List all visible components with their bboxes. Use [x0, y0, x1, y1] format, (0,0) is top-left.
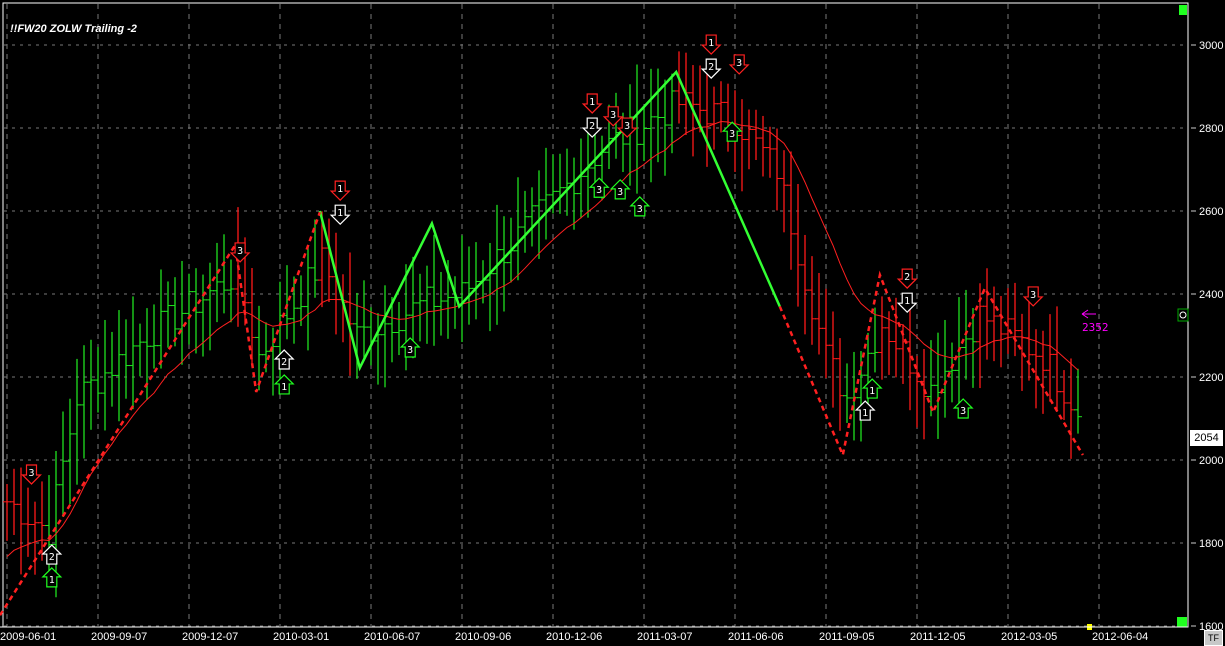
- y-tick-label: 2600: [1199, 206, 1223, 218]
- signal-marker-label: 3: [729, 129, 735, 140]
- signal-marker-label: 2: [49, 552, 55, 563]
- signal-marker-label: 2: [904, 272, 910, 283]
- signal-marker-label: 1: [869, 386, 875, 397]
- target-arrow-icon: [1081, 309, 1096, 319]
- signal-marker-label: 1: [281, 382, 287, 393]
- current-price-badge: 2054: [1190, 430, 1223, 446]
- signal-marker-label: 3: [610, 110, 616, 121]
- signal-marker-label: 3: [736, 58, 742, 69]
- signal-marker-label: 3: [637, 204, 643, 215]
- signal-marker-label: 3: [237, 246, 243, 257]
- y-tick-label: 3000: [1199, 40, 1223, 52]
- y-tick-label: 2400: [1199, 289, 1223, 301]
- x-tick-label: 2010-09-06: [455, 631, 511, 643]
- price-chart[interactable]: 300028002600240022002000180016002009-06-…: [0, 0, 1225, 645]
- y-tick-label: 2000: [1199, 455, 1223, 467]
- signal-marker-label: 1: [337, 208, 343, 219]
- scroll-top-handle[interactable]: [1179, 5, 1187, 15]
- y-tick-label: 2800: [1199, 123, 1223, 135]
- signal-marker-label: 3: [407, 345, 413, 356]
- x-tick-label: 2010-06-07: [364, 631, 420, 643]
- signal-marker-label: 3: [28, 468, 34, 479]
- y-tick-label: 1800: [1199, 538, 1223, 550]
- signal-marker-label: 1: [708, 38, 714, 49]
- signal-marker-label: 3: [617, 187, 623, 198]
- chart-title: !!FW20 ZOLW Trailing -2: [10, 23, 137, 35]
- signal-marker-label: 1: [49, 575, 55, 586]
- x-tick-label: 2010-03-01: [273, 631, 329, 643]
- y-tick-label: 2200: [1199, 372, 1223, 384]
- price-marker-dot: [1179, 311, 1187, 319]
- x-tick-label: 2012-06-04: [1092, 631, 1148, 643]
- signal-marker-label: 1: [904, 296, 910, 307]
- timeframe-button[interactable]: TF: [1204, 630, 1223, 646]
- target-price-label: 2352: [1082, 321, 1109, 334]
- x-tick-label: 2009-12-07: [182, 631, 238, 643]
- signal-marker-label: 1: [589, 97, 595, 108]
- signal-marker-label: 1: [337, 184, 343, 195]
- signal-marker-label: 3: [624, 121, 630, 132]
- x-tick-label: 2010-12-06: [546, 631, 602, 643]
- signal-marker-label: 3: [960, 406, 966, 417]
- x-tick-label: 2011-09-05: [819, 631, 874, 643]
- signal-marker-label: 3: [596, 185, 602, 196]
- x-tick-label: 2009-09-07: [91, 631, 147, 643]
- x-tick-label: 2011-06-06: [728, 631, 783, 643]
- signal-marker-label: 2: [708, 62, 714, 73]
- x-tick-label: 2011-12-05: [910, 631, 965, 643]
- signal-marker-label: 2: [281, 357, 287, 368]
- x-tick-label: 2009-06-01: [0, 631, 56, 643]
- x-tick-label: 2012-03-05: [1001, 631, 1057, 643]
- x-tick-label: 2011-03-07: [637, 631, 692, 643]
- signal-marker-label: 1: [862, 408, 868, 419]
- signal-marker-label: 3: [1030, 290, 1036, 301]
- scroll-bottom-handle[interactable]: [1177, 617, 1187, 627]
- signal-marker-label: 2: [589, 121, 595, 132]
